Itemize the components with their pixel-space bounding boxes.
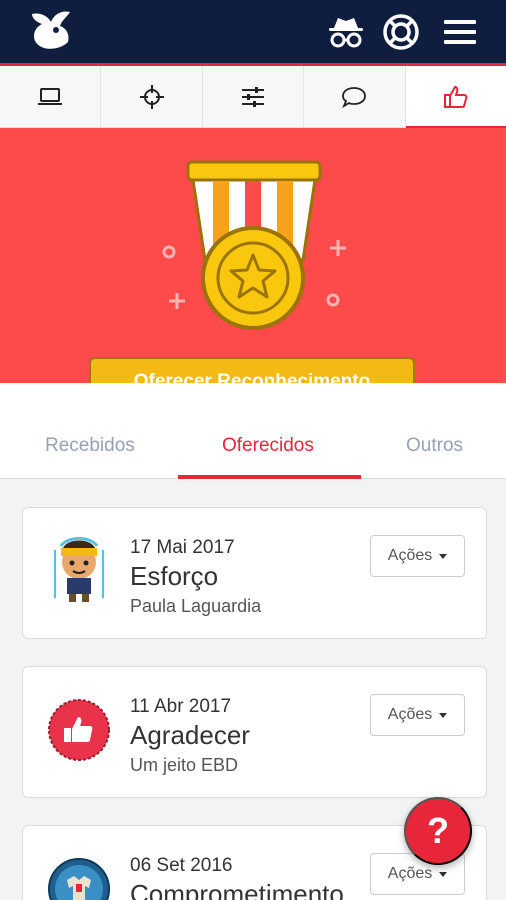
caret-down-icon [439,553,448,559]
card-subtitle: Paula Laguardia [130,596,262,616]
sliders-icon [242,87,265,107]
actions-dropdown[interactable]: Ações [370,694,465,736]
tab-received[interactable]: Recebidos [45,435,135,457]
runner-avatar-icon [54,537,104,602]
top-bar [0,0,506,66]
card-title: Comprometimento [130,879,344,900]
tab-recognition[interactable] [405,66,506,129]
list-item[interactable]: 11 Abr 2017 Agradecer Um jeito EBD Ações [22,666,487,798]
crosshair-icon [139,85,164,109]
card-title: Esforço [130,561,219,591]
list-item[interactable]: 17 Mai 2017 Esforço Paula Laguardia Açõe… [22,507,487,639]
lifebuoy-icon[interactable] [381,12,421,52]
actions-label: Ações [387,706,433,723]
card-date: 06 Set 2016 [130,855,233,876]
caret-down-icon [439,871,448,877]
help-fab-button[interactable]: ? [404,797,472,865]
tab-offered[interactable]: Oferecidos [222,435,314,457]
section-tabs [0,66,506,129]
hamburger-menu-icon[interactable] [440,12,480,52]
card-date: 17 Mai 2017 [130,537,235,558]
shirt-badge-icon [48,858,110,900]
tab-others[interactable]: Outros [406,435,463,457]
medal-icon [162,160,346,330]
actions-dropdown[interactable]: Ações [370,535,465,577]
actions-label: Ações [387,865,433,882]
thumbs-up-badge-icon [48,699,110,761]
chat-bubble-icon [342,87,367,109]
card-date: 11 Abr 2017 [130,696,232,717]
recognition-hero [0,128,506,383]
tab-profile[interactable] [0,66,102,128]
card-subtitle: Um jeito EBD [130,755,239,775]
tab-settings[interactable] [203,66,305,128]
logo-icon[interactable] [26,8,76,54]
actions-label: Ações [387,547,433,564]
tab-messages[interactable] [304,66,406,128]
card-title: Agradecer [130,720,250,750]
spy-icon[interactable] [326,12,366,52]
recognition-subtabs: Recebidos Oferecidos Outros [0,383,506,479]
tab-goals[interactable] [101,66,203,128]
thumbs-up-icon [443,85,468,108]
laptop-icon [38,88,63,105]
active-tab-indicator [178,475,361,479]
caret-down-icon [439,712,448,718]
